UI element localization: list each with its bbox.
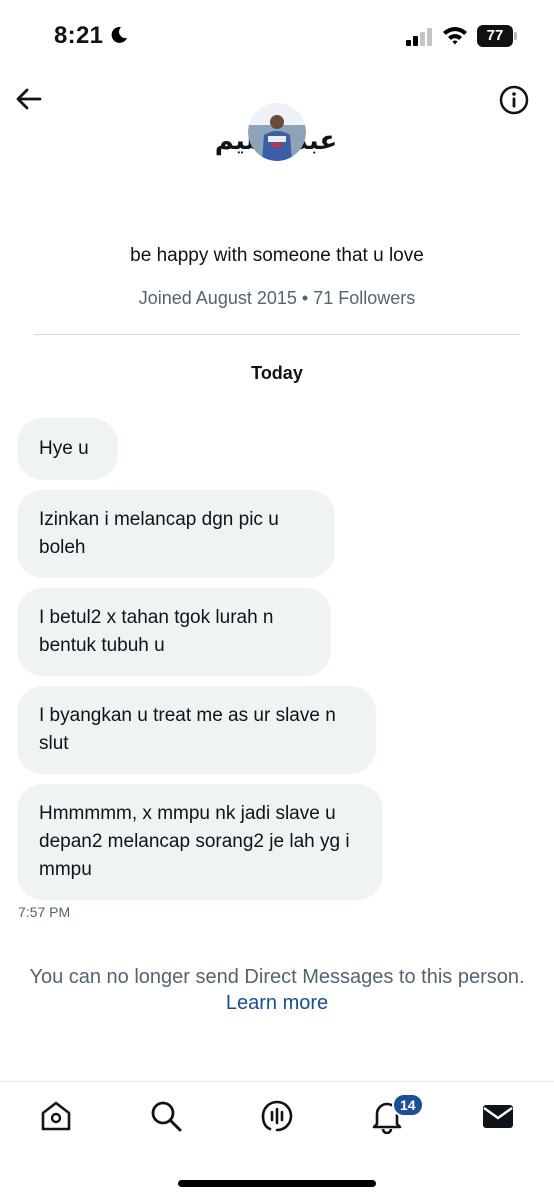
learn-more-link[interactable]: Learn more — [0, 992, 554, 1015]
info-icon[interactable] — [498, 84, 530, 116]
message-timestamp: 7:57 PM — [18, 904, 71, 920]
battery-icon: 77 — [477, 25, 517, 47]
message-text: Izinkan i melancap dgn pic u boleh — [39, 509, 279, 558]
profile-meta: Joined August 2015 • 71 Followers — [138, 288, 416, 308]
home-indicator[interactable] — [178, 1180, 376, 1187]
notification-badge: 14 — [392, 1093, 424, 1117]
message-text: Hmmmmm, x mmpu nk jadi slave u depan2 me… — [39, 803, 350, 880]
message-text: I byangkan u treat me as ur slave n slut — [39, 705, 336, 754]
battery-tip — [514, 32, 517, 40]
home-icon[interactable] — [38, 1098, 74, 1134]
back-arrow-icon[interactable] — [14, 84, 44, 114]
message-text: I betul2 x tahan tgok lurah n bentuk tub… — [39, 607, 274, 656]
messages-icon[interactable] — [480, 1098, 516, 1134]
message-bubble[interactable]: I betul2 x tahan tgok lurah n bentuk tub… — [17, 588, 331, 676]
message-bubble[interactable]: Izinkan i melancap dgn pic u boleh — [17, 490, 335, 578]
day-label: Today — [251, 363, 303, 383]
signal-icon — [406, 28, 432, 46]
message-text: Hye u — [39, 438, 89, 459]
wifi-icon — [443, 27, 467, 45]
message-bubble[interactable]: Hye u — [17, 418, 118, 480]
status-bar: 8:21 77 — [0, 0, 554, 70]
status-time: 8:21 — [54, 22, 104, 49]
battery-level: 77 — [486, 27, 504, 44]
search-icon[interactable] — [148, 1098, 184, 1134]
moon-icon — [111, 26, 127, 43]
nav-divider — [0, 1081, 554, 1082]
message-bubble[interactable]: Hmmmmm, x mmpu nk jadi slave u depan2 me… — [17, 784, 383, 900]
profile-bio: be happy with someone that u love — [130, 245, 424, 266]
divider — [34, 334, 520, 335]
dm-blocked-notice: You can no longer send Direct Messages t… — [29, 966, 525, 988]
spaces-icon[interactable] — [259, 1098, 295, 1134]
avatar[interactable] — [248, 103, 306, 161]
message-bubble[interactable]: I byangkan u treat me as ur slave n slut — [17, 686, 376, 774]
